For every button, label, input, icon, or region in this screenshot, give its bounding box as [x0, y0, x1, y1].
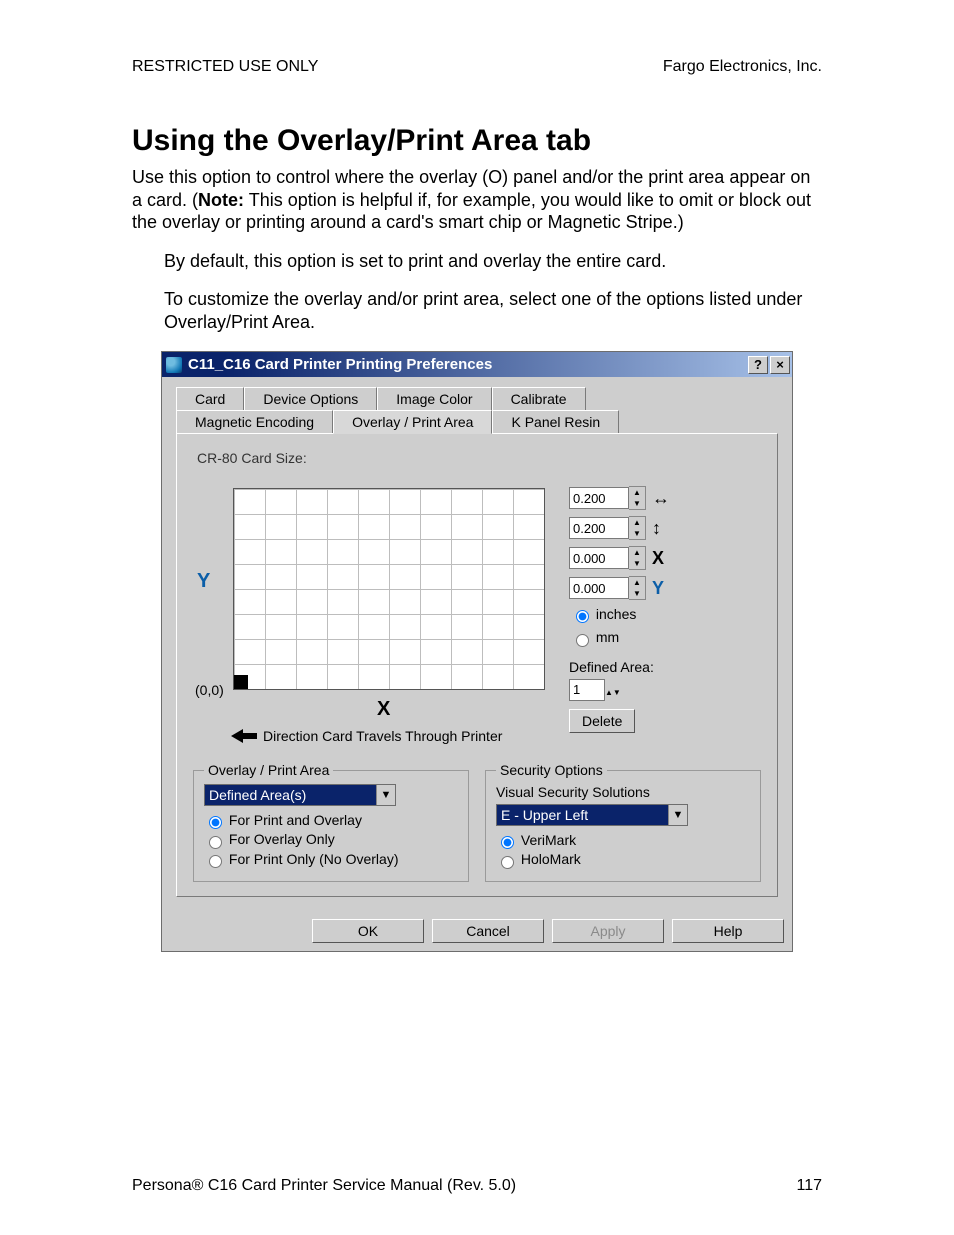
- direction-row: Direction Card Travels Through Printer: [231, 728, 502, 744]
- tab-page: CR-80 Card Size: Y (0,0) X Direction Car…: [176, 433, 778, 897]
- width-input[interactable]: [569, 487, 629, 509]
- card-preview-area: Y (0,0) X Direction Card Travels Through…: [191, 476, 763, 756]
- y-axis-label: Y: [197, 570, 210, 593]
- restricted-header: RESTRICTED USE ONLY: [132, 58, 318, 76]
- units-inches[interactable]: inches: [571, 606, 769, 623]
- footer-page-number: 117: [796, 1177, 822, 1195]
- overlay-group-legend: Overlay / Print Area: [204, 762, 333, 778]
- company-header: Fargo Electronics, Inc.: [663, 58, 822, 76]
- delete-button[interactable]: Delete: [569, 709, 635, 733]
- security-radio-list: VeriMark HoloMark: [496, 832, 750, 869]
- chevron-down-icon[interactable]: ▼: [376, 785, 395, 805]
- overlay-print-area-group: Overlay / Print Area Defined Area(s) ▼ F…: [193, 762, 469, 882]
- tab-card[interactable]: Card: [176, 387, 244, 410]
- y-spinner[interactable]: ▲▼ Y: [569, 576, 769, 600]
- help-button[interactable]: ?: [748, 356, 768, 374]
- tabstrip-row2: Magnetic Encoding Overlay / Print Area K…: [176, 410, 778, 433]
- units-inches-label: inches: [596, 606, 636, 622]
- x-axis-label: X: [377, 698, 390, 721]
- security-group-legend: Security Options: [496, 762, 607, 778]
- defined-area-spinner[interactable]: ▲▼: [569, 679, 769, 701]
- x-input[interactable]: [569, 547, 629, 569]
- security-combo-value: E - Upper Left: [497, 807, 668, 823]
- defined-area-updown[interactable]: ▲▼: [605, 679, 621, 700]
- tab-device-options[interactable]: Device Options: [244, 387, 377, 410]
- security-combo[interactable]: E - Upper Left ▼: [496, 804, 688, 826]
- defined-area-label: Defined Area:: [569, 659, 769, 675]
- bullet-2: To customize the overlay and/or print ar…: [164, 288, 822, 333]
- x-icon: X: [652, 548, 664, 569]
- dialog-window: C11_C16 Card Printer Printing Preference…: [161, 351, 793, 952]
- opt-print-only[interactable]: For Print Only (No Overlay): [204, 851, 458, 868]
- window-title: C11_C16 Card Printer Printing Preference…: [188, 356, 492, 373]
- help-dialog-button[interactable]: Help: [672, 919, 784, 943]
- intro-note-bold: Note:: [198, 190, 244, 210]
- tab-k-panel-resin[interactable]: K Panel Resin: [492, 410, 619, 433]
- x-spinner[interactable]: ▲▼ X: [569, 546, 769, 570]
- page-title: Using the Overlay/Print Area tab: [132, 124, 822, 158]
- radio-overlay-only[interactable]: [209, 836, 222, 849]
- arrow-left-icon: [231, 729, 257, 743]
- opt-print-only-label: For Print Only (No Overlay): [229, 851, 399, 867]
- y-icon: Y: [652, 578, 664, 599]
- radio-verimark[interactable]: [501, 836, 514, 849]
- radio-mm[interactable]: [576, 634, 589, 647]
- security-options-group: Security Options Visual Security Solutio…: [485, 762, 761, 882]
- height-spinner[interactable]: ▲▼ ↕: [569, 516, 769, 540]
- footer-manual-title: Persona® C16 Card Printer Service Manual…: [132, 1177, 516, 1195]
- width-icon: ↔: [652, 488, 670, 509]
- cancel-button[interactable]: Cancel: [432, 919, 544, 943]
- height-updown[interactable]: ▲▼: [629, 516, 646, 540]
- width-spinner[interactable]: ▲▼ ↔: [569, 486, 769, 510]
- radio-print-and-overlay[interactable]: [209, 816, 222, 829]
- chevron-down-icon[interactable]: ▼: [668, 805, 687, 825]
- dialog-button-row: OK Cancel Apply Help: [162, 911, 792, 951]
- height-icon: ↕: [652, 518, 661, 539]
- tab-calibrate[interactable]: Calibrate: [492, 387, 586, 410]
- x-updown[interactable]: ▲▼: [629, 546, 646, 570]
- card-size-label: CR-80 Card Size:: [197, 450, 763, 466]
- tab-overlay-print-area[interactable]: Overlay / Print Area: [333, 410, 492, 434]
- bullet-1: By default, this option is set to print …: [164, 250, 822, 273]
- tab-image-color[interactable]: Image Color: [377, 387, 491, 410]
- overlay-combo-value: Defined Area(s): [205, 787, 376, 803]
- units-mm-label: mm: [596, 629, 619, 645]
- tab-magnetic-encoding[interactable]: Magnetic Encoding: [176, 410, 333, 433]
- ok-button[interactable]: OK: [312, 919, 424, 943]
- y-input[interactable]: [569, 577, 629, 599]
- security-subtitle: Visual Security Solutions: [496, 784, 750, 800]
- origin-label: (0,0): [195, 682, 224, 698]
- titlebar: C11_C16 Card Printer Printing Preference…: [162, 352, 792, 377]
- apply-button[interactable]: Apply: [552, 919, 664, 943]
- opt-holomark[interactable]: HoloMark: [496, 851, 750, 868]
- width-updown[interactable]: ▲▼: [629, 486, 646, 510]
- direction-label: Direction Card Travels Through Printer: [263, 728, 502, 744]
- y-updown[interactable]: ▲▼: [629, 576, 646, 600]
- dimension-controls: ▲▼ ↔ ▲▼ ↕ ▲▼ X ▲▼: [569, 480, 769, 733]
- opt-print-and-overlay[interactable]: For Print and Overlay: [204, 812, 458, 829]
- opt-overlay-only-label: For Overlay Only: [229, 831, 335, 847]
- units-mm[interactable]: mm: [571, 629, 769, 646]
- opt-print-and-overlay-label: For Print and Overlay: [229, 812, 362, 828]
- opt-verimark[interactable]: VeriMark: [496, 832, 750, 849]
- defined-area-marker[interactable]: [234, 675, 248, 689]
- height-input[interactable]: [569, 517, 629, 539]
- close-button[interactable]: ×: [770, 356, 790, 374]
- app-icon: [166, 357, 182, 373]
- opt-overlay-only[interactable]: For Overlay Only: [204, 831, 458, 848]
- overlay-radio-list: For Print and Overlay For Overlay Only F…: [204, 812, 458, 868]
- opt-verimark-label: VeriMark: [521, 832, 576, 848]
- opt-holomark-label: HoloMark: [521, 851, 581, 867]
- radio-holomark[interactable]: [501, 856, 514, 869]
- radio-print-only[interactable]: [209, 855, 222, 868]
- radio-inches[interactable]: [576, 610, 589, 623]
- intro-paragraph: Use this option to control where the ove…: [132, 166, 822, 234]
- card-grid[interactable]: [233, 488, 545, 690]
- overlay-mode-combo[interactable]: Defined Area(s) ▼: [204, 784, 396, 806]
- defined-area-input[interactable]: [569, 679, 605, 701]
- tabstrip-row1: Card Device Options Image Color Calibrat…: [176, 387, 778, 410]
